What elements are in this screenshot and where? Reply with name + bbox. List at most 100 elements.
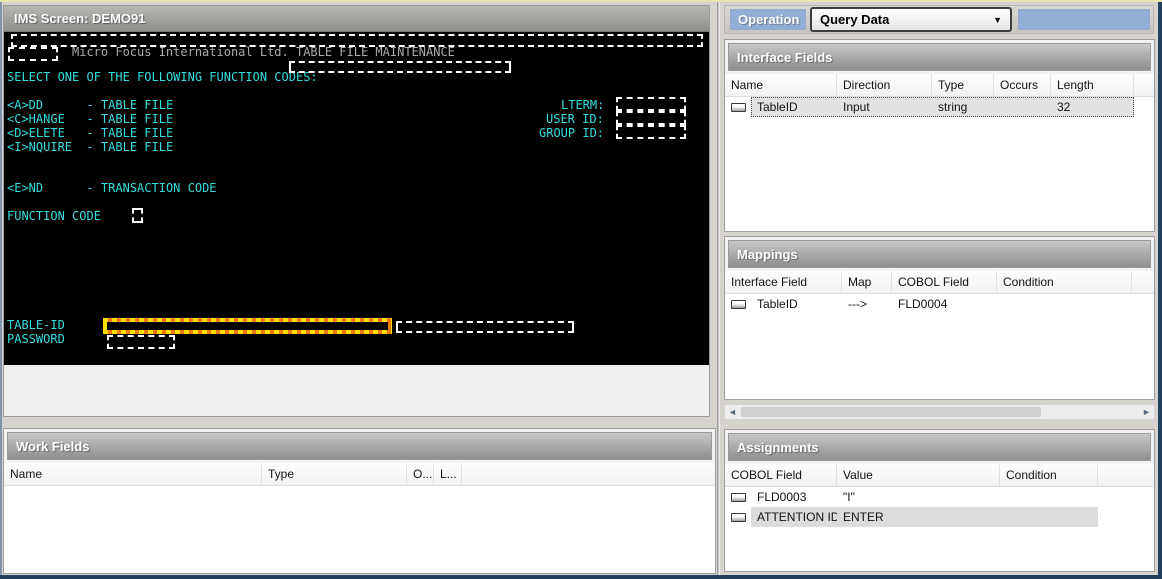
panel-splitter[interactable] bbox=[717, 2, 720, 575]
terminal-text: <C>HANGE - TABLE FILE bbox=[7, 113, 173, 126]
work-fields-title: Work Fields bbox=[16, 439, 89, 454]
column-header-filler bbox=[1132, 271, 1154, 293]
scroll-left-icon[interactable]: ◄ bbox=[725, 405, 740, 419]
terminal-text: Micro Focus International Ltd. TABLE FIL… bbox=[72, 46, 455, 59]
field-icon bbox=[731, 300, 746, 309]
column-header[interactable]: Interface Field bbox=[725, 271, 842, 293]
cell: ATTENTION ID bbox=[751, 510, 837, 524]
table-row[interactable]: FLD0003"I" bbox=[725, 487, 1154, 507]
mappings-panel: Mappings Interface FieldMapCOBOL FieldCo… bbox=[724, 236, 1155, 400]
field-icon bbox=[731, 493, 746, 502]
interface-fields-header: Interface Fields bbox=[728, 43, 1151, 71]
table-body: TableIDInputstring32 bbox=[725, 97, 1154, 231]
column-header[interactable]: COBOL Field bbox=[725, 464, 837, 486]
interface-fields-table: NameDirectionTypeOccursLengthTableIDInpu… bbox=[725, 74, 1154, 231]
ims-screen-window: IMS Screen: DEMO91 Micro Focus Internati… bbox=[3, 5, 710, 417]
row-filler bbox=[1134, 97, 1154, 117]
window-edge-right bbox=[1158, 2, 1162, 579]
cell: "I" bbox=[837, 490, 1000, 504]
scrollbar-thumb[interactable] bbox=[741, 407, 1041, 417]
terminal-text: TABLE-ID bbox=[7, 319, 65, 332]
field-password[interactable] bbox=[107, 335, 175, 349]
cell: ENTER bbox=[837, 510, 1000, 524]
column-header[interactable]: Type bbox=[262, 463, 407, 485]
table-body: FLD0003"I"ATTENTION IDENTER bbox=[725, 487, 1154, 571]
terminal-text: <E>ND - TRANSACTION CODE bbox=[7, 182, 217, 195]
row-cells: TableID--->FLD0004 bbox=[751, 294, 1132, 314]
field-group-id[interactable] bbox=[616, 125, 686, 139]
window-edge-bottom bbox=[0, 575, 1162, 579]
column-header[interactable]: Direction bbox=[837, 74, 932, 96]
table-body bbox=[4, 486, 715, 573]
field-table-id-extra[interactable] bbox=[396, 321, 574, 333]
column-header[interactable]: Name bbox=[725, 74, 837, 96]
table-row[interactable]: TableID--->FLD0004 bbox=[725, 294, 1154, 314]
field-screen-top[interactable] bbox=[11, 34, 703, 47]
row-filler bbox=[1098, 487, 1154, 507]
table-row[interactable]: TableIDInputstring32 bbox=[725, 97, 1154, 117]
operation-select[interactable]: Query Data ▼ bbox=[810, 7, 1012, 32]
assignments-title: Assignments bbox=[737, 440, 819, 455]
cell: Input bbox=[837, 100, 932, 114]
assignments-panel: Assignments COBOL FieldValueConditionFLD… bbox=[724, 429, 1155, 572]
operation-label: Operation bbox=[730, 9, 806, 30]
column-header[interactable]: Value bbox=[837, 464, 1000, 486]
column-header-filler bbox=[462, 463, 715, 485]
scroll-right-icon[interactable]: ► bbox=[1139, 405, 1154, 419]
mappings-title: Mappings bbox=[737, 247, 798, 262]
column-header[interactable]: Condition bbox=[997, 271, 1132, 293]
terminal-display: Micro Focus International Ltd. TABLE FIL… bbox=[4, 32, 709, 365]
field-table-id[interactable] bbox=[103, 318, 392, 334]
row-cells: FLD0003"I" bbox=[751, 487, 1098, 507]
work-fields-header: Work Fields bbox=[7, 432, 712, 460]
terminal-text: LTERM: bbox=[561, 99, 604, 112]
column-header[interactable]: L... bbox=[434, 463, 462, 485]
operation-spacer bbox=[1018, 9, 1150, 30]
table-header-row: NameDirectionTypeOccursLength bbox=[725, 74, 1154, 97]
field-title-left[interactable] bbox=[8, 47, 58, 61]
work-fields-table: NameTypeO...L... bbox=[4, 463, 715, 573]
table-header-row: NameTypeO...L... bbox=[4, 463, 715, 486]
cell: string bbox=[932, 100, 994, 114]
mappings-table: Interface FieldMapCOBOL FieldConditionTa… bbox=[725, 271, 1154, 399]
field-lterm[interactable] bbox=[616, 97, 686, 111]
column-header[interactable]: Length bbox=[1051, 74, 1134, 96]
field-function-code[interactable] bbox=[132, 208, 143, 223]
chevron-down-icon[interactable]: ▼ bbox=[993, 15, 1002, 25]
row-gutter bbox=[725, 294, 751, 314]
column-header[interactable]: Name bbox=[4, 463, 262, 485]
field-icon bbox=[731, 513, 746, 522]
cell: TableID bbox=[751, 100, 837, 114]
assignments-table: COBOL FieldValueConditionFLD0003"I"ATTEN… bbox=[725, 464, 1154, 571]
row-gutter bbox=[725, 507, 751, 527]
field-title-right[interactable] bbox=[289, 61, 511, 73]
cell: FLD0003 bbox=[751, 490, 837, 504]
horizontal-scrollbar[interactable]: ◄ ► bbox=[724, 404, 1155, 420]
operation-selected-value: Query Data bbox=[820, 12, 889, 27]
terminal-text: SELECT ONE OF THE FOLLOWING FUNCTION COD… bbox=[7, 71, 318, 84]
column-header-filler bbox=[1134, 74, 1154, 96]
row-gutter bbox=[725, 487, 751, 507]
column-header[interactable]: COBOL Field bbox=[892, 271, 997, 293]
terminal-text: PASSWORD bbox=[7, 333, 65, 346]
mappings-header: Mappings bbox=[728, 240, 1151, 268]
table-header-row: Interface FieldMapCOBOL FieldCondition bbox=[725, 271, 1154, 294]
work-fields-panel: Work Fields NameTypeO...L... bbox=[3, 428, 716, 574]
field-icon bbox=[731, 103, 746, 112]
terminal-text: <I>NQUIRE - TABLE FILE bbox=[7, 141, 173, 154]
column-header[interactable]: Map bbox=[842, 271, 892, 293]
column-header[interactable]: Occurs bbox=[994, 74, 1051, 96]
table-header-row: COBOL FieldValueCondition bbox=[725, 464, 1154, 487]
cell: TableID bbox=[751, 297, 842, 311]
column-header[interactable]: O... bbox=[407, 463, 434, 485]
row-gutter bbox=[725, 97, 751, 117]
field-user-id[interactable] bbox=[616, 111, 686, 125]
column-header[interactable]: Type bbox=[932, 74, 994, 96]
terminal-text: GROUP ID: bbox=[539, 127, 604, 140]
terminal-text: FUNCTION CODE bbox=[7, 210, 101, 223]
ims-window-title: IMS Screen: DEMO91 bbox=[14, 11, 146, 26]
table-row[interactable]: ATTENTION IDENTER bbox=[725, 507, 1154, 527]
column-header-filler bbox=[1098, 464, 1154, 486]
window-edge-top bbox=[0, 0, 1162, 2]
column-header[interactable]: Condition bbox=[1000, 464, 1098, 486]
